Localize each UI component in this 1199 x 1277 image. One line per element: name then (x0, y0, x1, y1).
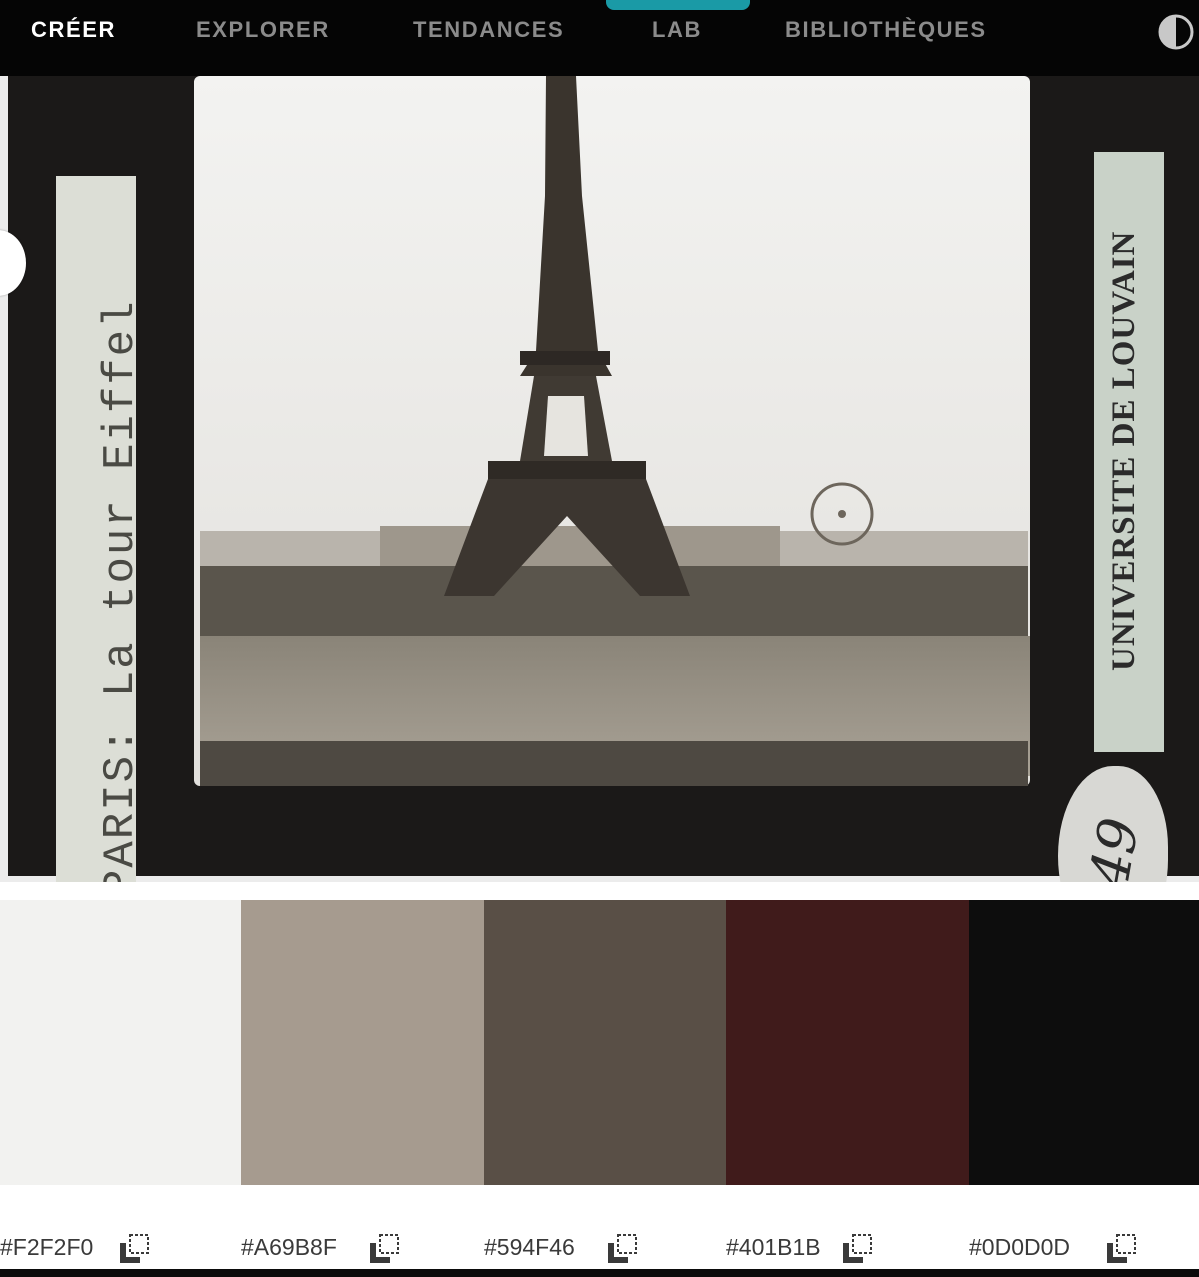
eiffel-tower-photo (8, 76, 1199, 876)
hex-code-1[interactable]: #F2F2F0 (0, 1233, 93, 1261)
copy-icon[interactable] (118, 1233, 152, 1267)
hex-code-4[interactable]: #401B1B (726, 1233, 821, 1261)
copy-icon[interactable] (841, 1233, 875, 1267)
nav-tab-tendances[interactable]: TENDANCES (413, 16, 564, 44)
swatch-3[interactable] (484, 900, 726, 1185)
top-navigation: CRÉER EXPLORER TENDANCES Nouveau LAB BIB… (0, 0, 1199, 76)
nav-tab-bibliotheques[interactable]: BIBLIOTHÈQUES (785, 16, 987, 44)
nav-tab-explorer[interactable]: EXPLORER (196, 16, 330, 44)
copy-icon[interactable] (606, 1233, 640, 1267)
nav-tab-creer[interactable]: CRÉER (31, 16, 116, 44)
swatch-4[interactable] (726, 900, 969, 1185)
slide-label-right-text: UNIVERSITE DE LOUVAIN (1106, 230, 1142, 671)
hex-code-2[interactable]: #A69B8F (241, 1233, 337, 1261)
hex-code-3[interactable]: #594F46 (484, 1233, 575, 1261)
swatch-1[interactable] (0, 900, 241, 1185)
swatch-5[interactable] (969, 900, 1199, 1185)
theme-toggle-icon[interactable] (1157, 13, 1195, 51)
bottom-bar (0, 1269, 1199, 1277)
new-badge: Nouveau (606, 0, 750, 10)
copy-icon[interactable] (1105, 1233, 1139, 1267)
hex-code-5[interactable]: #0D0D0D (969, 1233, 1070, 1261)
slide-label-left-text: PARIS: La tour Eiffel (96, 299, 146, 883)
source-photo: PARIS: La tour Eiffel UNIVERSITE DE LOUV… (0, 76, 1199, 882)
copy-icon[interactable] (368, 1233, 402, 1267)
color-palette (0, 900, 1199, 1185)
swatch-2[interactable] (241, 900, 484, 1185)
hex-code-row: #F2F2F0 #A69B8F #594F46 #401B1B #0D0D0D (0, 1185, 1199, 1269)
nav-tab-lab[interactable]: LAB (652, 16, 702, 44)
slide-number-text: 49 (1077, 813, 1152, 882)
